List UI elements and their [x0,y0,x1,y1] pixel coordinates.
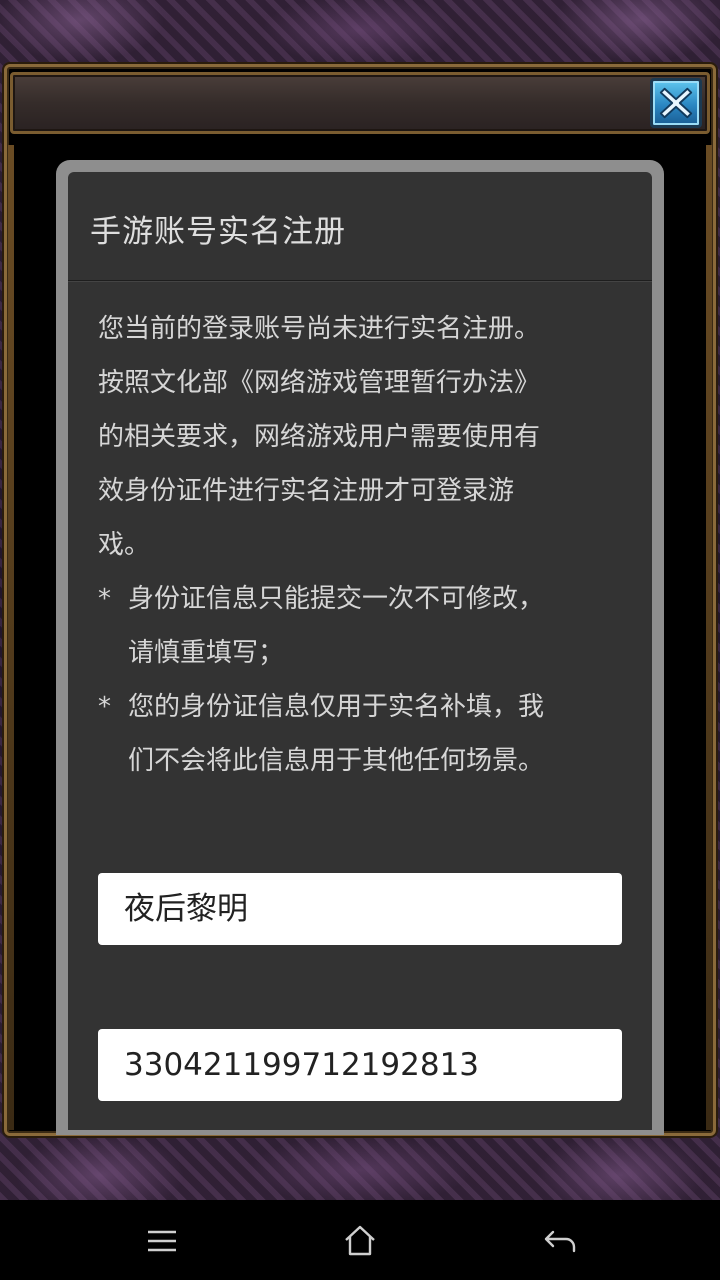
window-title-bar [10,72,710,134]
note-line: 身份证信息只能提交一次不可修改， [128,584,545,614]
intro-line: 按照文化部《网络游戏管理暂行办法》 [98,368,541,398]
intro-line: 您当前的登录账号尚未进行实名注册。 [98,314,541,344]
frame-right-strip [706,145,712,1130]
note-line: 您的身份证信息仅用于实名补填，我 [128,692,545,722]
note-bullet: * [98,692,111,722]
real-name-input[interactable]: 夜后黎明 [98,873,622,945]
intro-line: 戏。 [98,530,151,560]
home-icon [345,1225,375,1256]
note-line: 请慎重填写； [128,638,285,668]
back-button[interactable] [530,1218,590,1264]
note-item: * 身份证信息只能提交一次不可修改， 请慎重填写； [98,572,618,680]
system-navigation-bar [0,1200,720,1280]
menu-icon [148,1230,176,1252]
note-line: 们不会将此信息用于其他任何场景。 [128,746,545,776]
menu-button[interactable] [132,1218,192,1264]
dialog-title: 手游账号实名注册 [90,214,346,250]
close-button[interactable] [650,78,702,128]
intro-text: 您当前的登录账号尚未进行实名注册。 按照文化部《网络游戏管理暂行办法》 的相关要… [98,302,618,572]
frame-left-strip [8,145,14,1130]
id-number-input[interactable]: 330421199712192813 [98,1029,622,1101]
intro-line: 效身份证件进行实名注册才可登录游 [98,476,515,506]
home-button[interactable] [330,1218,390,1264]
intro-line: 的相关要求，网络游戏用户需要使用有 [98,422,541,452]
note-item: * 您的身份证信息仅用于实名补填，我 们不会将此信息用于其他任何场景。 [98,680,618,788]
title-divider [68,280,652,282]
realname-registration-dialog: 手游账号实名注册 您当前的登录账号尚未进行实名注册。 按照文化部《网络游戏管理暂… [68,172,652,1130]
note-bullet: * [98,584,111,614]
back-icon [544,1230,576,1253]
close-x-icon [659,87,693,119]
